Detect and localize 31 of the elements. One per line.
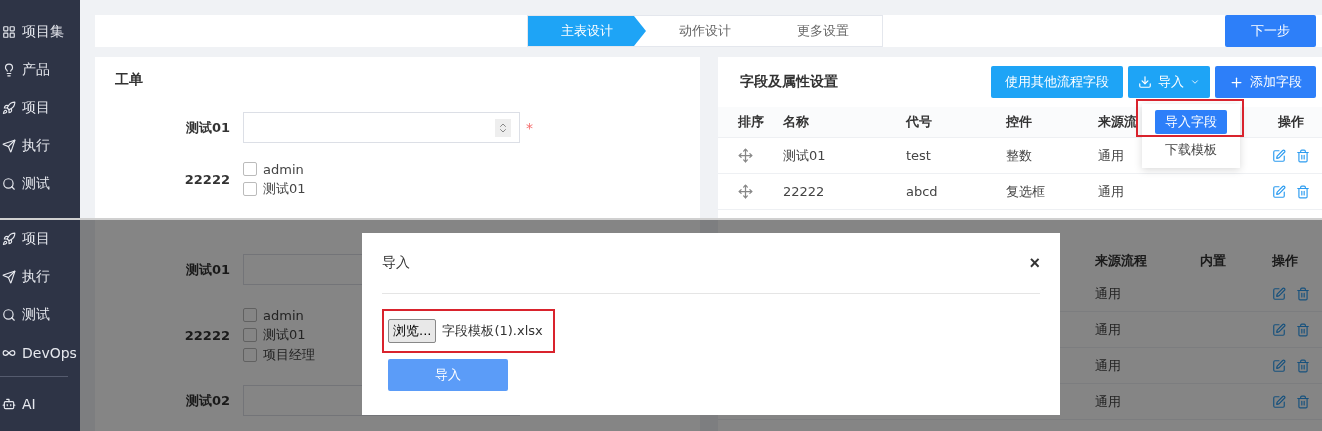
table-cell: 测试01: [783, 146, 826, 165]
table-cell: test: [906, 148, 931, 163]
card-title: 工单: [115, 71, 144, 89]
table-cell: 通用: [1098, 146, 1124, 165]
field-label: 测试01: [184, 118, 231, 137]
field-label: 测试02: [184, 391, 231, 410]
card-title: 字段及属性设置: [740, 73, 838, 91]
column-header: 来源流: [1098, 113, 1137, 131]
table-cell: 通用: [1098, 182, 1124, 201]
table-cell: 22222: [783, 184, 825, 199]
required-mark: *: [526, 119, 533, 136]
field-label: 22222: [183, 171, 231, 187]
column-header: 操作: [1272, 252, 1298, 270]
table-cell: 通用: [1095, 356, 1121, 375]
table-cell: 通用: [1095, 392, 1121, 411]
field-label: 测试01: [184, 260, 231, 279]
column-header: 排序: [738, 113, 764, 131]
table-cell: 复选框: [1006, 182, 1045, 201]
table-cell: 通用: [1095, 320, 1121, 339]
table-cell: 通用: [1095, 284, 1121, 303]
file-name: 字段模板(1).xlsx: [442, 322, 543, 340]
column-header: 控件: [1006, 113, 1032, 131]
column-header: 操作: [1278, 113, 1304, 131]
table-cell: 整数: [1006, 146, 1032, 165]
field-label: 22222: [183, 327, 231, 343]
column-header: 内置: [1200, 252, 1226, 270]
table-cell: abcd: [906, 184, 938, 199]
column-header: 来源流程: [1095, 252, 1147, 270]
column-header: 代号: [906, 113, 932, 131]
dialog-title: 导入: [382, 254, 410, 272]
column-header: 名称: [783, 113, 809, 131]
